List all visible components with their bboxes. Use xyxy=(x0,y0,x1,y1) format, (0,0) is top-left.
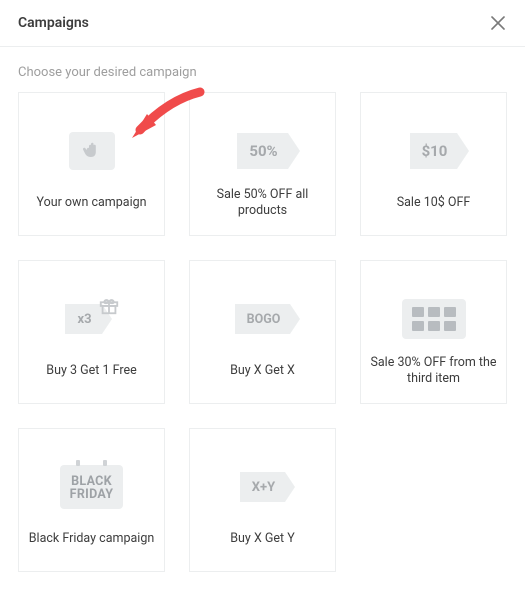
black-friday-card[interactable]: BLACK FRIDAY Black Friday campaign xyxy=(18,428,165,572)
buy-x-get-y-card[interactable]: X+Y Buy X Get Y xyxy=(189,428,336,572)
card-label: Black Friday campaign xyxy=(29,523,155,555)
card-label: Buy X Get X xyxy=(230,355,295,387)
tag-badge: 50% xyxy=(237,133,287,169)
card-label: Sale 50% OFF all products xyxy=(198,187,327,220)
bf-line-2: FRIDAY xyxy=(70,488,114,501)
card-label: Buy 3 Get 1 Free xyxy=(46,355,136,387)
own-campaign-card[interactable]: Your own campaign xyxy=(18,92,165,236)
tag-badge: x3 xyxy=(65,304,101,334)
own-campaign-icon-wrap xyxy=(69,115,115,187)
xy-tag-icon: X+Y xyxy=(240,451,285,523)
card-label: Sale 30% OFF from the third item xyxy=(369,355,498,388)
card-label: Your own campaign xyxy=(36,187,146,219)
close-icon xyxy=(491,16,505,30)
dialog-subtitle: Choose your desired campaign xyxy=(0,47,525,92)
buy-3-get-1-card[interactable]: x3 Buy 3 Get 1 Free xyxy=(18,260,165,404)
bogo-tag-icon: BOGO xyxy=(235,283,291,355)
tag-badge: BOGO xyxy=(235,304,291,334)
calendar-icon: BLACK FRIDAY xyxy=(60,451,124,523)
bogo-card[interactable]: BOGO Buy X Get X xyxy=(189,260,336,404)
tag-badge: X+Y xyxy=(240,472,285,502)
percent-tag-icon: 50% xyxy=(237,115,287,187)
grid-items-icon xyxy=(402,283,466,355)
dialog-header: Campaigns xyxy=(0,0,525,47)
sale-50-off-card[interactable]: 50% Sale 50% OFF all products xyxy=(189,92,336,236)
campaign-grid: Your own campaign 50% Sale 50% OFF all p… xyxy=(0,92,525,590)
tag-badge: $10 xyxy=(410,133,458,169)
sale-30-third-card[interactable]: Sale 30% OFF from the third item xyxy=(360,260,507,404)
x3-gift-icon: x3 xyxy=(65,283,117,355)
sale-10-off-card[interactable]: $10 Sale 10$ OFF xyxy=(360,92,507,236)
close-button[interactable] xyxy=(489,14,507,32)
dollar-tag-icon: $10 xyxy=(410,115,458,187)
gift-icon xyxy=(98,294,120,316)
card-label: Buy X Get Y xyxy=(230,523,294,555)
wave-hand-icon xyxy=(69,132,115,170)
dialog-title: Campaigns xyxy=(18,15,89,31)
card-label: Sale 10$ OFF xyxy=(397,187,471,219)
